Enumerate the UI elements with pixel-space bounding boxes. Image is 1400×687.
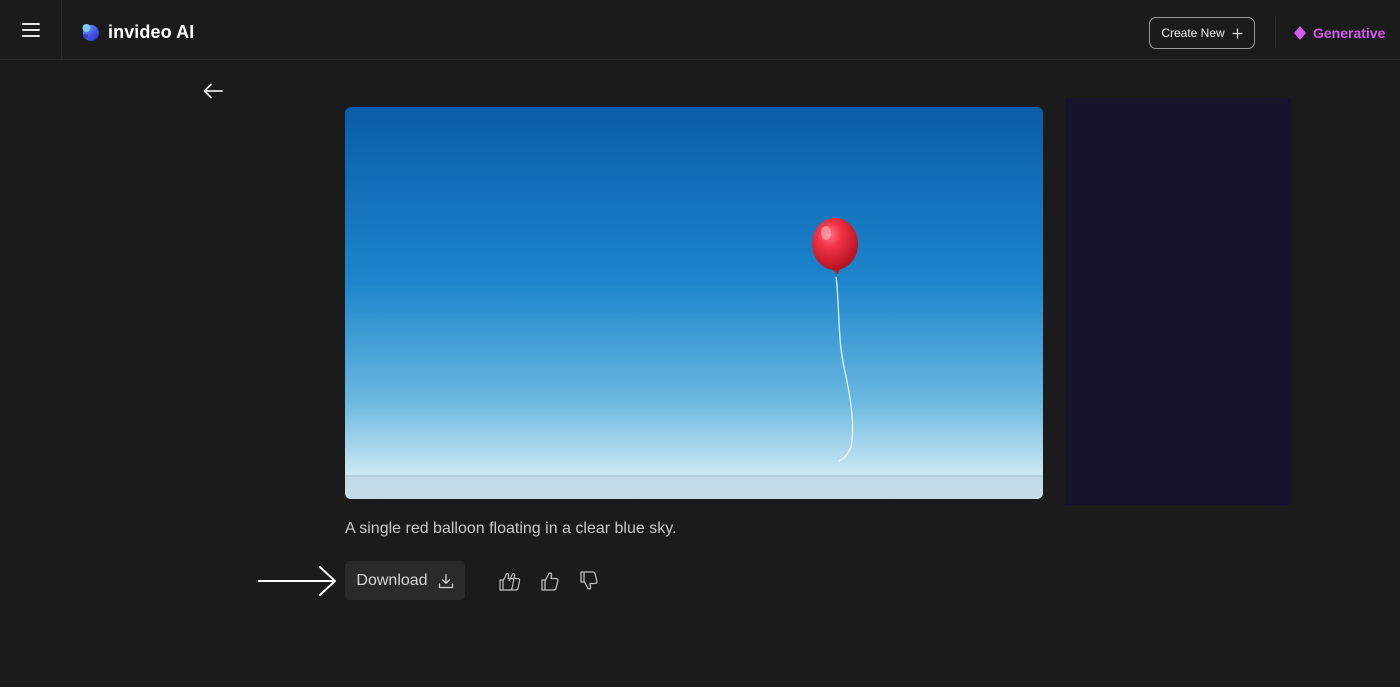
brand-name: invideo AI	[108, 21, 195, 42]
thumbs-down-icon	[580, 571, 598, 590]
arrow-right-icon	[258, 566, 336, 596]
create-new-button[interactable]: Create New	[1149, 17, 1255, 49]
double-thumbs-up-icon	[499, 572, 521, 591]
generated-image[interactable]	[345, 107, 1043, 499]
side-panel	[1065, 98, 1291, 505]
hamburger-menu-icon	[21, 22, 40, 37]
plus-icon	[1232, 28, 1243, 38]
download-button[interactable]: Download	[345, 561, 465, 600]
header-divider	[1275, 16, 1276, 48]
download-icon	[438, 573, 453, 588]
balloon-sky-image	[345, 107, 1043, 499]
plan-badge[interactable]: Generative	[1294, 22, 1385, 44]
diamond-icon	[1294, 26, 1306, 40]
back-button[interactable]	[200, 78, 226, 104]
create-new-label: Create New	[1161, 26, 1225, 40]
download-label: Download	[356, 571, 428, 589]
arrow-left-icon	[203, 83, 223, 99]
thumbs-up-icon	[541, 572, 559, 591]
double-thumbs-up-button[interactable]	[498, 568, 524, 594]
menu-button[interactable]	[0, 0, 62, 59]
invideo-logo-icon	[82, 24, 99, 41]
brand[interactable]: invideo AI	[80, 18, 194, 46]
thumbs-down-button[interactable]	[576, 568, 602, 594]
top-bar: invideo AI Create New Generative	[0, 0, 1400, 60]
plan-label: Generative	[1313, 25, 1386, 41]
thumbs-up-button[interactable]	[537, 568, 563, 594]
image-caption: A single red balloon floating in a clear…	[345, 520, 677, 537]
